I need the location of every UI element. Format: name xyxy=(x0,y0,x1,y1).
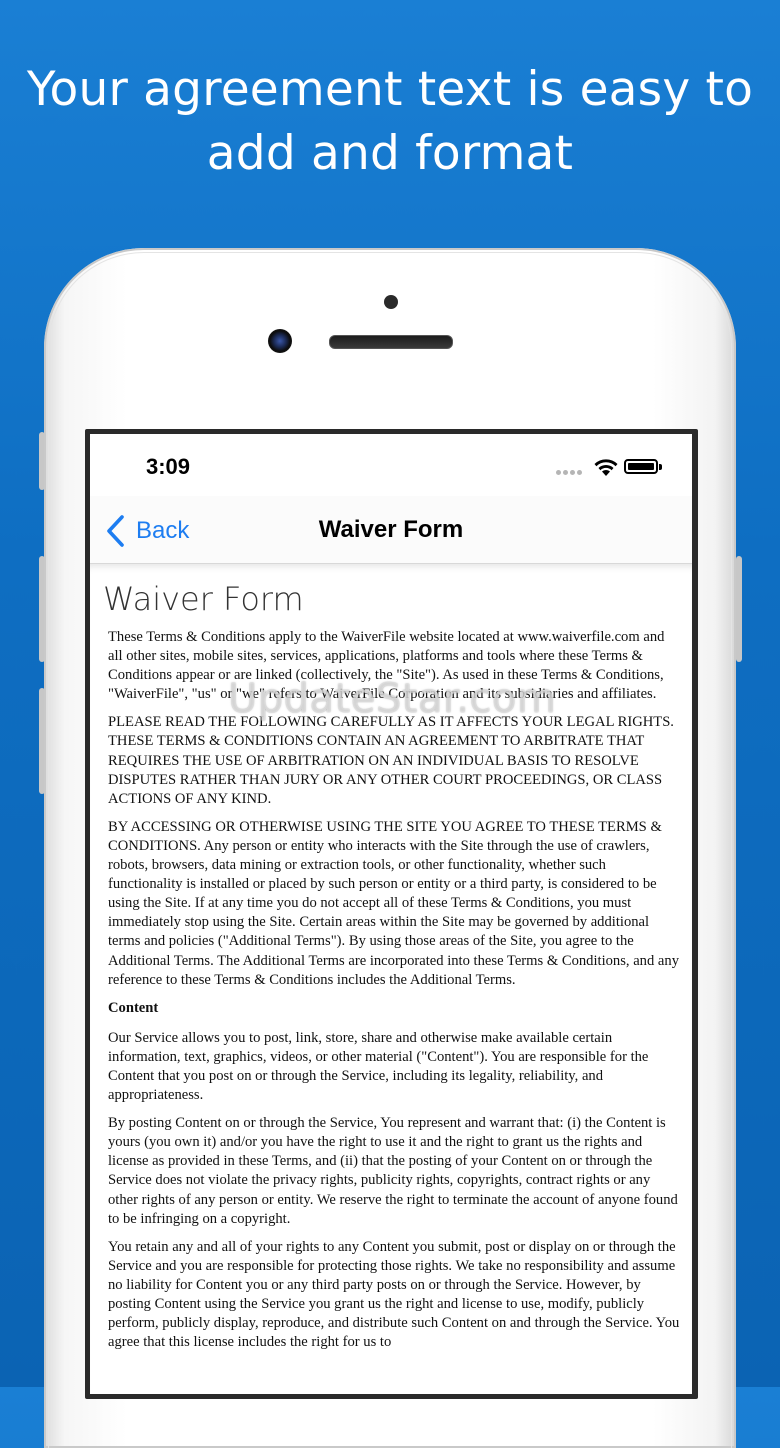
front-camera xyxy=(268,329,292,353)
document-body: These Terms & Conditions apply to the Wa… xyxy=(108,628,680,1361)
document-paragraph: Our Service allows you to post, link, st… xyxy=(108,1029,649,1104)
proximity-sensor xyxy=(384,295,398,309)
wifi-icon xyxy=(594,459,618,476)
document-paragraph: BY ACCESSING OR OTHERWISE USING THE SITE… xyxy=(108,818,679,988)
battery-cap xyxy=(659,464,662,470)
document-title: Waiver Form xyxy=(103,580,304,618)
signal-dot-icon xyxy=(563,470,568,475)
navigation-bar: Back Waiver Form xyxy=(90,496,692,564)
headline-line-2: add and format xyxy=(206,126,574,181)
document-paragraph: PLEASE READ THE FOLLOWING CAREFULLY AS I… xyxy=(108,714,674,807)
signal-dot-icon xyxy=(577,470,582,475)
earpiece-speaker xyxy=(329,335,453,349)
watermark-text: UpdateStar.com xyxy=(228,676,557,722)
document-paragraph: You retain any and all of your rights to… xyxy=(108,1238,680,1351)
phone-power-button xyxy=(736,556,742,662)
battery-level xyxy=(628,463,654,470)
status-time: 3:09 xyxy=(146,454,191,479)
signal-dot-icon xyxy=(556,470,561,475)
nav-title: Waiver Form xyxy=(318,516,464,543)
battery-icon xyxy=(624,459,658,474)
section-heading: Content xyxy=(108,999,159,1016)
signal-dot-icon xyxy=(570,470,575,475)
document-paragraph: By posting Content on or through the Ser… xyxy=(108,1115,678,1227)
phone-screen: 3:09 Back Waiver Form Waiver Form These … xyxy=(90,434,692,1394)
promo-headline: Your agreement text is easy to add and f… xyxy=(0,58,780,186)
headline-line-1: Your agreement text is easy to xyxy=(26,62,754,117)
